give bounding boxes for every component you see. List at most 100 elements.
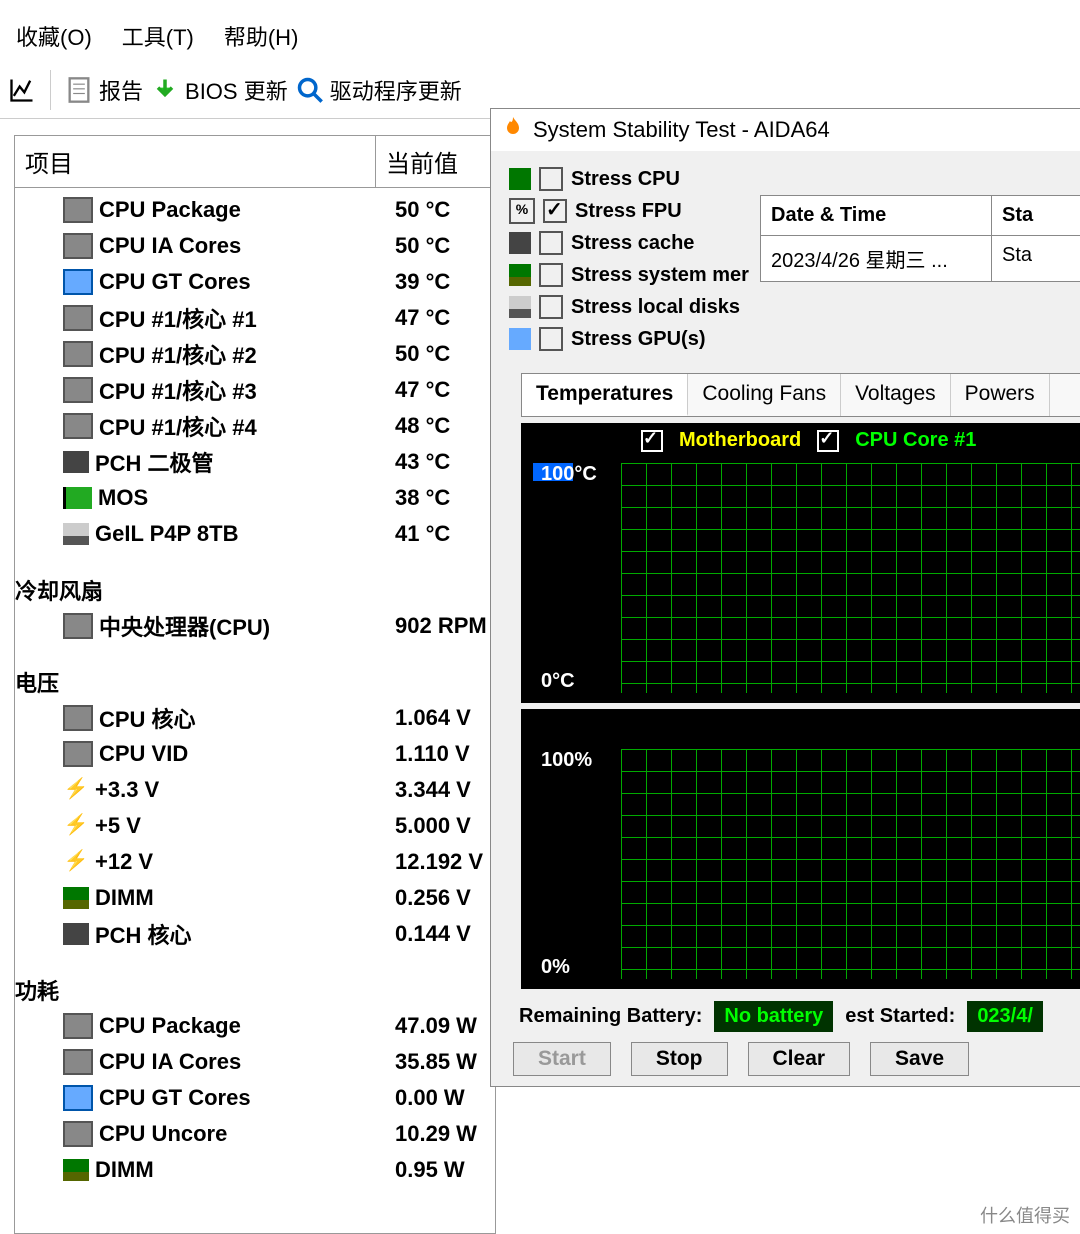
clear-button[interactable]: Clear <box>748 1042 851 1076</box>
chart-tabs: Temperatures Cooling Fans Voltages Power… <box>521 373 1080 417</box>
legend-cpu-core1[interactable]: CPU Core #1 <box>855 429 976 452</box>
stress-checkbox[interactable] <box>539 295 563 319</box>
chip-icon <box>63 1049 93 1075</box>
chip-icon <box>63 233 93 259</box>
start-button[interactable]: Start <box>513 1042 611 1076</box>
sensor-row[interactable]: CPU IA Cores50 °C <box>15 228 495 264</box>
batt-icon <box>63 487 92 509</box>
sensor-row[interactable]: CPU Uncore10.29 W <box>15 1116 495 1152</box>
chip-icon <box>63 305 93 331</box>
tab-powers[interactable]: Powers <box>951 374 1050 416</box>
stress-checkbox[interactable] <box>539 327 563 351</box>
tab-cooling-fans[interactable]: Cooling Fans <box>688 374 841 416</box>
sensor-row[interactable]: GeIL P4P 8TB41 °C <box>15 516 495 552</box>
watermark: 什么值得买 <box>980 1202 1070 1228</box>
legend-checkbox-cpu1[interactable] <box>817 430 839 452</box>
gpu-icon <box>509 328 531 350</box>
pch-icon <box>509 232 531 254</box>
chip-blue-icon <box>63 1085 93 1111</box>
column-header-item[interactable]: 项目 <box>15 136 376 187</box>
menubar: 收藏(O) 工具(T) 帮助(H) <box>0 0 1080 62</box>
stress-option[interactable]: Stress GPU(s) <box>509 323 1080 355</box>
stop-button[interactable]: Stop <box>631 1042 728 1076</box>
bolt-icon: ⚡ <box>63 815 89 837</box>
section-header: 冷却风扇 <box>15 572 495 608</box>
bolt-icon: ⚡ <box>63 851 89 873</box>
tab-voltages[interactable]: Voltages <box>841 374 951 416</box>
stress-checkbox[interactable] <box>539 231 563 255</box>
drive-icon <box>63 523 89 545</box>
battery-value: No battery <box>714 1001 833 1032</box>
ram-icon <box>63 887 89 909</box>
ram-icon <box>63 1159 89 1181</box>
tab-temperatures[interactable]: Temperatures <box>522 374 688 416</box>
sensor-row[interactable]: ⚡+3.3 V3.344 V <box>15 772 495 808</box>
event-status[interactable]: Sta <box>992 236 1042 281</box>
percent-icon: % <box>509 198 535 224</box>
report-button[interactable]: 报告 <box>65 74 143 106</box>
col-status[interactable]: Sta <box>992 196 1043 235</box>
section-header: 功耗 <box>15 972 495 1008</box>
menu-help[interactable]: 帮助(H) <box>224 20 299 52</box>
sensor-row[interactable]: CPU #1/核心 #250 °C <box>15 336 495 372</box>
col-date-time[interactable]: Date & Time <box>761 196 992 235</box>
save-button[interactable]: Save <box>870 1042 969 1076</box>
sensor-row[interactable]: CPU GT Cores39 °C <box>15 264 495 300</box>
sensor-row[interactable]: CPU IA Cores35.85 W <box>15 1044 495 1080</box>
chip-icon <box>63 741 93 767</box>
chip-icon <box>63 1121 93 1147</box>
sensor-row[interactable]: CPU Package50 °C <box>15 192 495 228</box>
chip-icon <box>63 1013 93 1039</box>
sensor-row[interactable]: ⚡+5 V5.000 V <box>15 808 495 844</box>
bios-update-button[interactable]: BIOS 更新 <box>151 74 288 106</box>
column-header-value[interactable]: 当前值 <box>376 136 495 187</box>
sensor-row[interactable]: CPU #1/核心 #147 °C <box>15 300 495 336</box>
cpu-icon <box>509 168 531 190</box>
sensor-row[interactable]: ⚡+12 V12.192 V <box>15 844 495 880</box>
temperature-chart: Motherboard CPU Core #1 100°C 0°C <box>521 423 1080 703</box>
chip-icon <box>63 705 93 731</box>
sensor-row[interactable]: CPU #1/核心 #347 °C <box>15 372 495 408</box>
sensor-row[interactable]: 中央处理器(CPU)902 RPM <box>15 608 495 644</box>
test-started-value: 023/4/ <box>967 1001 1043 1032</box>
chart-icon-button[interactable] <box>8 76 36 104</box>
chip-icon <box>63 413 93 439</box>
menu-favorites[interactable]: 收藏(O) <box>16 20 92 52</box>
stress-checkbox[interactable] <box>539 263 563 287</box>
pch-icon <box>63 923 89 945</box>
chip-blue-icon <box>63 269 93 295</box>
utilization-chart: 100% 0% <box>521 709 1080 989</box>
flame-icon <box>501 115 525 145</box>
driver-update-button[interactable]: 驱动程序更新 <box>296 74 462 106</box>
sensor-panel: 项目 当前值 CPU Package50 °CCPU IA Cores50 °C… <box>14 135 496 1234</box>
sensor-row[interactable]: CPU 核心1.064 V <box>15 700 495 736</box>
test-started-label: est Started: <box>845 1005 955 1028</box>
ram-icon <box>509 264 531 286</box>
event-log-table: Date & Time Sta 2023/4/26 星期三 ... Sta <box>760 195 1080 282</box>
event-date[interactable]: 2023/4/26 星期三 ... <box>761 236 992 281</box>
sensor-row[interactable]: DIMM0.95 W <box>15 1152 495 1188</box>
legend-checkbox-motherboard[interactable] <box>641 430 663 452</box>
stress-option[interactable]: Stress local disks <box>509 291 1080 323</box>
sensor-row[interactable]: DIMM0.256 V <box>15 880 495 916</box>
sensor-row[interactable]: CPU Package47.09 W <box>15 1008 495 1044</box>
sensor-row[interactable]: PCH 核心0.144 V <box>15 916 495 952</box>
pch-icon <box>63 451 89 473</box>
chip-icon <box>63 197 93 223</box>
sensor-row[interactable]: MOS38 °C <box>15 480 495 516</box>
sensor-row[interactable]: CPU GT Cores0.00 W <box>15 1080 495 1116</box>
window-titlebar[interactable]: System Stability Test - AIDA64 <box>491 109 1080 151</box>
stress-checkbox[interactable] <box>543 199 567 223</box>
stress-checkbox[interactable] <box>539 167 563 191</box>
sensor-row[interactable]: PCH 二极管43 °C <box>15 444 495 480</box>
chip-icon <box>63 377 93 403</box>
bolt-icon: ⚡ <box>63 779 89 801</box>
drive-icon <box>509 296 531 318</box>
section-header: 电压 <box>15 664 495 700</box>
stress-option[interactable]: Stress CPU <box>509 163 1080 195</box>
battery-label: Remaining Battery: <box>519 1005 702 1028</box>
menu-tools[interactable]: 工具(T) <box>122 20 194 52</box>
sensor-row[interactable]: CPU #1/核心 #448 °C <box>15 408 495 444</box>
sensor-row[interactable]: CPU VID1.110 V <box>15 736 495 772</box>
legend-motherboard[interactable]: Motherboard <box>679 429 801 452</box>
